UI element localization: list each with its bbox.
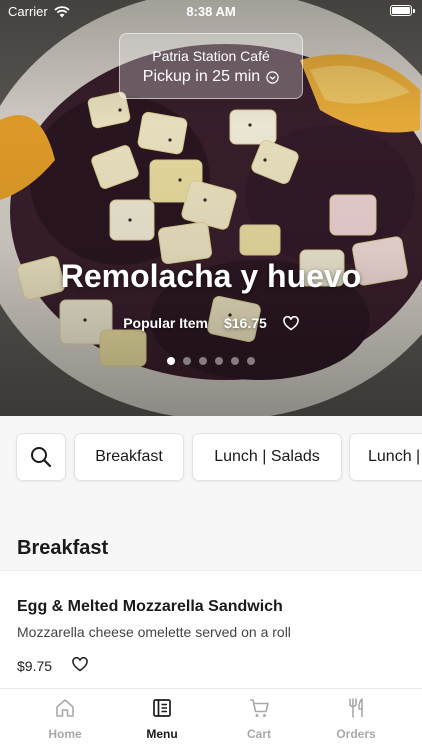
category-chip-lunch[interactable]: Lunch | xyxy=(349,433,422,481)
menu-book-icon xyxy=(153,699,171,717)
battery-tip xyxy=(413,9,415,13)
section-title: Breakfast xyxy=(17,537,109,559)
popular-item-tag: Popular Item xyxy=(123,315,208,331)
carousel-dot[interactable] xyxy=(247,357,255,365)
heart-icon[interactable] xyxy=(72,657,88,672)
tab-menu-label: Menu xyxy=(146,727,178,741)
menu-item-price: $9.75 xyxy=(17,658,53,674)
category-bar: Breakfast Lunch | Salads Lunch | xyxy=(0,433,422,483)
carousel-dot[interactable] xyxy=(183,357,191,365)
pickup-row: Pickup in 25 min xyxy=(120,68,302,86)
search-button[interactable] xyxy=(16,433,66,481)
featured-item-price: $16.75 xyxy=(223,315,267,331)
store-pickup-selector[interactable]: Patria Station Café Pickup in 25 min xyxy=(119,33,303,99)
chevron-down-circle-icon xyxy=(266,70,279,84)
featured-item-meta: Popular Item $16.75 xyxy=(0,315,422,331)
featured-item-title: Remolacha y huevo xyxy=(60,258,362,294)
carousel-dot[interactable] xyxy=(215,357,223,365)
menu-item-card[interactable]: Egg & Melted Mozzarella Sandwich Mozzare… xyxy=(0,570,422,689)
tab-orders-label: Orders xyxy=(336,727,376,741)
hero-banner[interactable]: Carrier 8:38 AM Patria Station Café Pick… xyxy=(0,0,422,416)
carousel-dot[interactable] xyxy=(199,357,207,365)
fork-knife-icon xyxy=(349,698,363,718)
carousel-dots[interactable] xyxy=(0,357,422,365)
store-name: Patria Station Café xyxy=(152,48,270,64)
pickup-time: Pickup in 25 min xyxy=(142,68,261,85)
tab-bar: Home Menu Cart Orders xyxy=(0,688,422,751)
category-chip-lunch-salads[interactable]: Lunch | Salads xyxy=(192,433,342,481)
tab-home-label: Home xyxy=(48,727,82,741)
menu-item-name: Egg & Melted Mozzarella Sandwich xyxy=(17,598,283,615)
tab-cart-label: Cart xyxy=(246,727,271,741)
status-bar: Carrier 8:38 AM xyxy=(0,0,422,24)
search-icon xyxy=(31,447,52,468)
tab-menu[interactable]: Menu xyxy=(112,697,212,741)
cart-icon xyxy=(250,699,269,717)
home-icon xyxy=(56,699,74,717)
tab-orders[interactable]: Orders xyxy=(306,697,406,741)
tab-cart[interactable]: Cart xyxy=(209,697,309,741)
heart-icon[interactable] xyxy=(283,315,299,331)
carousel-dot[interactable] xyxy=(167,357,175,365)
battery-icon xyxy=(390,5,412,16)
category-chip-breakfast[interactable]: Breakfast xyxy=(74,433,184,481)
clock: 8:38 AM xyxy=(186,4,236,19)
menu-item-description: Mozzarella cheese omelette served on a r… xyxy=(17,624,291,640)
tab-home[interactable]: Home xyxy=(15,697,115,741)
carousel-dot[interactable] xyxy=(231,357,239,365)
